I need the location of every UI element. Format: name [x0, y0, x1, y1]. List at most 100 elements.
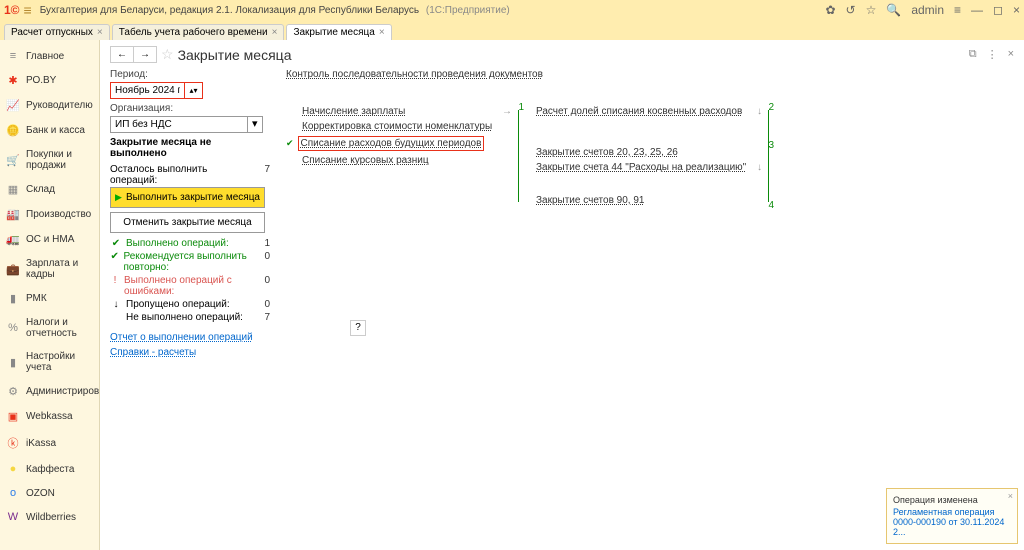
period-input[interactable] — [110, 82, 185, 99]
sidebar-item[interactable]: ✱РО.BY — [0, 68, 99, 93]
sidebar-item[interactable]: ▮РМК — [0, 286, 99, 311]
operation-link[interactable]: Закрытие счетов 90, 91 — [536, 195, 644, 206]
sidebar-item-icon: 🛒 — [6, 154, 20, 167]
notif-link1[interactable]: Регламентная операция — [893, 507, 995, 517]
sidebar-item-icon: ⚙ — [6, 385, 20, 398]
sidebar-item-icon: ▦ — [6, 183, 20, 196]
sidebar-item-icon: ✱ — [6, 74, 20, 87]
sidebar-item[interactable]: 🛒Покупки и продажи — [0, 143, 99, 177]
sidebar-item-icon: W — [6, 511, 20, 523]
sidebar-item-label: ОС и НМА — [26, 234, 74, 245]
sidebar-item[interactable]: % Налоги и отчетность — [0, 311, 99, 345]
sidebar-item-label: РМК — [26, 293, 47, 304]
star-icon[interactable]: ☆ — [866, 3, 877, 17]
sidebar-item-icon: ▮ — [6, 356, 20, 369]
nav-fwd[interactable]: → — [134, 47, 156, 62]
expand-icon[interactable]: ⧉ — [969, 48, 977, 61]
app-title: Бухгалтерия для Беларуси, редакция 2.1. … — [40, 5, 826, 16]
pending-label: Осталось выполнить операций: — [110, 164, 256, 186]
sidebar-item-label: Руководителю — [26, 100, 93, 111]
operation-link[interactable]: Корректировка стоимости номенклатуры — [302, 121, 492, 132]
sidebar-item[interactable]: ⚙ Администрирование — [0, 379, 99, 404]
sidebar-item[interactable]: ⓚ iKassa — [0, 429, 99, 457]
minimize-icon[interactable]: — — [971, 3, 983, 17]
operation-link[interactable]: Расчет долей списания косвенных расходов — [536, 106, 742, 117]
stage-num: 2 — [768, 102, 774, 113]
report-link[interactable]: Отчет о выполнении операций — [110, 332, 270, 343]
close-icon[interactable]: × — [97, 27, 103, 38]
sidebar-item-icon: 💼 — [6, 263, 20, 276]
sidebar-item[interactable]: W Wildberries — [0, 505, 99, 529]
close-icon[interactable]: × — [1008, 491, 1013, 501]
close-icon[interactable]: × — [1008, 48, 1014, 61]
sidebar-item-label: iKassa — [26, 438, 56, 449]
sidebar-item-label: Производство — [26, 209, 91, 220]
close-icon[interactable]: × — [379, 27, 385, 38]
sidebar-item[interactable]: ●Каффеста — [0, 457, 99, 481]
notification-popup: × Операция изменена Регламентная операци… — [886, 488, 1018, 544]
sidebar-item[interactable]: 🏭Производство — [0, 202, 99, 227]
notif-link2[interactable]: 0000-000190 от 30.11.2024 2... — [893, 517, 1004, 537]
sidebar-item-label: Налоги и отчетность — [26, 317, 93, 339]
sidebar-item-label: Настройки учета — [26, 351, 93, 373]
help-button[interactable]: ? — [350, 320, 366, 336]
sidebar-item-icon: 📈 — [6, 99, 20, 112]
execute-button[interactable]: ▶Выполнить закрытие месяца — [110, 187, 265, 208]
close-icon[interactable]: × — [1013, 3, 1020, 17]
sidebar-item-label: Зарплата и кадры — [26, 258, 93, 280]
close-icon[interactable]: × — [272, 27, 278, 38]
sidebar-item-label: Wildberries — [26, 512, 76, 523]
check-icon: ✔ — [286, 138, 294, 149]
search-icon[interactable]: 🔍 — [886, 3, 901, 17]
stage-2: 2 3 Расчет долей списания косвенных расх… — [536, 104, 766, 208]
sidebar-item[interactable]: 💼 Зарплата и кадры — [0, 252, 99, 286]
sidebar-item-icon: ≡ — [6, 50, 20, 62]
sidebar-item-icon: ▣ — [6, 410, 20, 423]
status-line: Не выполнено операций:7 — [110, 311, 270, 324]
play-icon: ▶ — [115, 192, 122, 203]
page-title: Закрытие месяца — [178, 47, 292, 63]
stage-num: 3 — [768, 140, 774, 151]
favorite-icon[interactable]: ☆ — [161, 46, 174, 63]
sidebar-item[interactable]: ≡Главное — [0, 44, 99, 68]
sidebar-item-icon: % — [6, 322, 20, 334]
sidebar-item[interactable]: 🚛ОС и НМА — [0, 227, 99, 252]
tab-vacation[interactable]: Расчет отпускных× — [4, 24, 110, 40]
spin-buttons[interactable]: ▴▾ — [185, 82, 203, 99]
operation-link[interactable]: Списание расходов будущих периодов — [298, 136, 485, 151]
operation-link[interactable]: Начисление зарплаты — [302, 106, 405, 117]
sidebar-item[interactable]: o OZON — [0, 481, 99, 505]
status-line: ↓Пропущено операций:0 — [110, 298, 270, 311]
sidebar-item[interactable]: ▮ Настройки учета — [0, 345, 99, 379]
down-arrow-icon: ↓ — [757, 106, 762, 117]
top-link[interactable]: Контроль последовательности проведения д… — [286, 69, 1014, 80]
sidebar-item[interactable]: ▣Webkassa — [0, 404, 99, 429]
nav-back[interactable]: ← — [111, 47, 134, 62]
notif-icon[interactable]: ✿ — [825, 3, 835, 17]
sidebar-item-label: OZON — [26, 488, 55, 499]
sidebar-item[interactable]: ▦Склад — [0, 177, 99, 202]
history-icon[interactable]: ↺ — [846, 3, 856, 17]
sidebar-item-label: Администрирование — [26, 386, 100, 397]
tab-timesheet[interactable]: Табель учета рабочего времени× — [112, 24, 285, 40]
sidebar-item-icon: ⓚ — [6, 435, 20, 451]
more-icon[interactable]: ⋮ — [987, 48, 998, 61]
status-line: ✔Рекомендуется выполнить повторно:0 — [110, 250, 270, 274]
operation-link[interactable]: Закрытие счетов 20, 23, 25, 26 — [536, 147, 678, 158]
cancel-button[interactable]: Отменить закрытие месяца — [110, 212, 265, 233]
sidebar-item[interactable]: 📈 Руководителю — [0, 93, 99, 118]
sidebar-item[interactable]: 🪙Банк и касса — [0, 118, 99, 143]
menu-icon[interactable]: ≡ — [24, 2, 32, 18]
dropdown-icon[interactable]: ▾ — [248, 116, 263, 133]
sidebar-item-icon: o — [6, 487, 20, 499]
operation-link[interactable]: Списание курсовых разниц — [302, 155, 429, 166]
operation-link[interactable]: Закрытие счета 44 "Расходы на реализацию… — [536, 162, 746, 173]
tab-month-close[interactable]: Закрытие месяца× — [286, 24, 391, 40]
status-line: !Выполнено операций с ошибками:0 — [110, 274, 270, 298]
eq-icon[interactable]: ≡ — [954, 3, 961, 17]
help-link[interactable]: Справки - расчеты — [110, 347, 270, 358]
maximize-icon[interactable]: ◻ — [993, 3, 1003, 17]
notif-title: Операция изменена — [893, 495, 1011, 505]
user-label[interactable]: admin — [911, 3, 944, 17]
org-input[interactable] — [110, 116, 248, 133]
